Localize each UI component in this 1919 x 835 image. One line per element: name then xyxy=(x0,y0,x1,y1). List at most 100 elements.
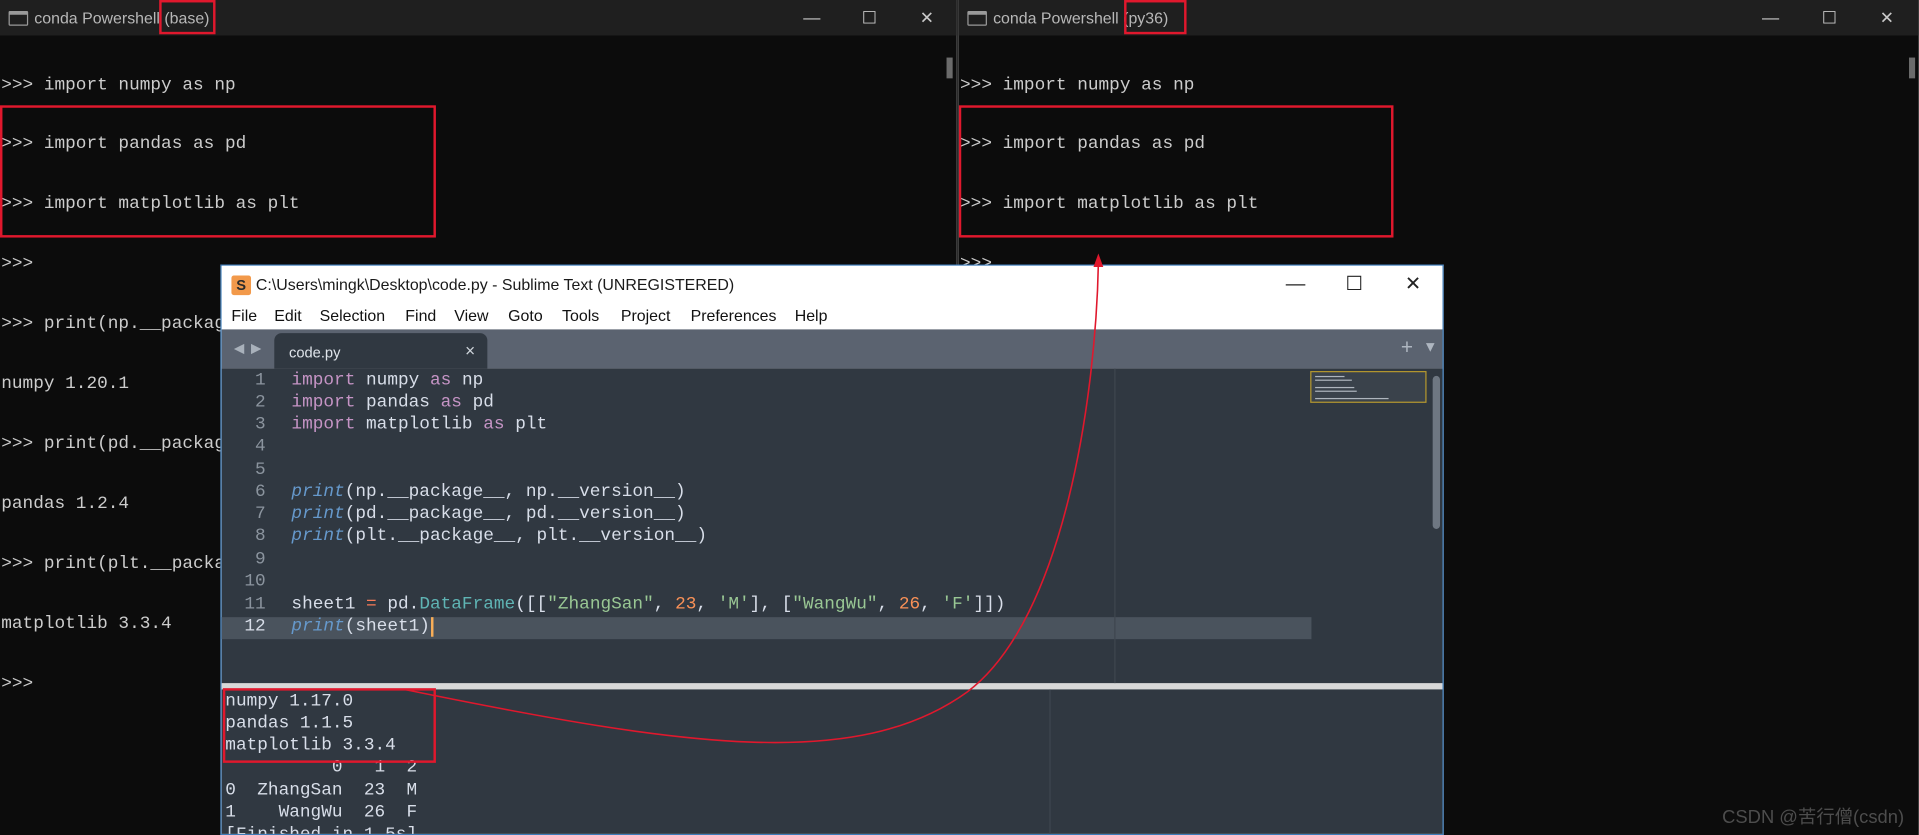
new-tab-icon[interactable]: + xyxy=(1401,336,1413,360)
line-number: 11 xyxy=(244,595,266,615)
minimize-button[interactable]: — xyxy=(1752,5,1789,29)
minimap-line xyxy=(1315,397,1389,400)
terminal-line: >>> import numpy as np xyxy=(1,75,236,96)
watermark: CSDN @苦行僧(csdn) xyxy=(1722,806,1905,828)
identifier: pandas xyxy=(355,393,441,413)
tab-code-py[interactable]: code.py × xyxy=(274,333,488,369)
output-line: 1 WangWu 26 F xyxy=(225,803,418,823)
annotation-box-versions xyxy=(0,105,436,238)
build-output-panel[interactable]: numpy 1.17.0 pandas 1.1.5 matplotlib 3.3… xyxy=(221,688,1443,834)
menu-selection[interactable]: Selection xyxy=(320,306,385,324)
keyword: as xyxy=(440,393,462,413)
code-line-11: sheet1 = pd.DataFrame([["ZhangSan", 23, … xyxy=(291,595,1005,615)
minimap-line xyxy=(1315,386,1355,389)
annotation-box-env xyxy=(159,0,216,35)
function-name: print xyxy=(291,617,345,637)
tab-list-dropdown-icon[interactable]: ▼ xyxy=(1423,338,1438,355)
minimize-button[interactable]: — xyxy=(793,5,830,29)
code-args: (sheet1) xyxy=(344,617,430,637)
punctuation: , xyxy=(696,595,718,615)
menu-file[interactable]: File xyxy=(231,306,257,324)
string-literal: "WangWu" xyxy=(792,595,878,615)
minimap-line xyxy=(1315,375,1345,378)
menu-edit[interactable]: Edit xyxy=(274,306,301,324)
line-number: 1 xyxy=(255,371,266,391)
punctuation: ], [ xyxy=(749,595,793,615)
sublime-logo-icon: S xyxy=(231,275,252,296)
code-line-8: print(plt.__package__, plt.__version__) xyxy=(291,527,707,547)
line-number: 10 xyxy=(244,571,266,592)
code-line-12: print(sheet1) xyxy=(291,617,434,637)
terminal-icon xyxy=(8,11,29,26)
function-name: print xyxy=(291,482,345,503)
code-line-6: print(np.__package__, np.__version__) xyxy=(291,482,685,502)
identifier: sheet1 xyxy=(291,595,367,615)
function-name: print xyxy=(291,504,345,525)
punctuation: , xyxy=(653,595,676,615)
line-number-gutter: 1 2 3 4 5 6 7 8 9 10 11 12 xyxy=(222,369,276,684)
code-text[interactable]: import numpy as np import pandas as pd i… xyxy=(291,369,1442,684)
number-literal: 23 xyxy=(675,595,697,615)
output-line: [Finished in 1.5s] xyxy=(225,825,417,834)
close-button[interactable]: ✕ xyxy=(909,5,946,29)
tab-back-icon[interactable]: ◀ xyxy=(234,340,244,357)
identifier: matplotlib xyxy=(355,415,484,435)
sublime-titlebar[interactable]: S C:\Users\mingk\Desktop\code.py - Subli… xyxy=(221,265,1443,304)
menu-find[interactable]: Find xyxy=(405,306,436,324)
terminal-titlebar[interactable]: conda Powershell (base) — ☐ ✕ xyxy=(0,0,957,36)
string-literal: "ZhangSan" xyxy=(547,595,654,615)
menu-goto[interactable]: Goto xyxy=(508,306,543,324)
close-button[interactable]: ✕ xyxy=(1869,5,1906,29)
keyword: import xyxy=(291,393,356,413)
terminal-titlebar[interactable]: conda Powershell (py36) — ☐ ✕ xyxy=(958,0,1919,36)
sublime-text-window[interactable]: S C:\Users\mingk\Desktop\code.py - Subli… xyxy=(220,264,1444,835)
tab-close-icon[interactable]: × xyxy=(465,340,475,360)
code-args: (np.__package__, np.__version__) xyxy=(344,482,686,503)
keyword: as xyxy=(483,415,505,435)
annotation-box-versions xyxy=(958,105,1394,238)
ruler-line xyxy=(1114,368,1116,684)
code-editor[interactable]: 1 2 3 4 5 6 7 8 9 10 11 12 import numpy … xyxy=(221,368,1443,684)
minimap-line xyxy=(1315,390,1357,392)
code-args: (plt.__package__, plt.__version__) xyxy=(344,526,707,547)
editor-scrollbar[interactable] xyxy=(1432,375,1441,529)
scrollbar-thumb[interactable] xyxy=(1908,57,1916,79)
punctuation: , xyxy=(877,595,899,615)
close-button[interactable]: ✕ xyxy=(1389,271,1438,300)
line-number: 9 xyxy=(255,549,266,570)
line-number: 6 xyxy=(255,482,266,503)
keyword: import xyxy=(291,415,356,435)
maximize-button[interactable]: ☐ xyxy=(851,5,888,29)
tab-forward-icon[interactable]: ▶ xyxy=(251,340,261,357)
operator: = xyxy=(366,595,377,615)
string-literal: 'M' xyxy=(717,595,750,615)
line-number: 8 xyxy=(255,526,266,547)
terminal-icon xyxy=(967,11,987,26)
minimap[interactable] xyxy=(1310,371,1427,403)
code-line-2: import pandas as pd xyxy=(291,393,493,413)
code-args: (pd.__package__, pd.__version__) xyxy=(344,504,686,525)
output-line: 0 ZhangSan 23 M xyxy=(225,781,418,801)
menu-view[interactable]: View xyxy=(454,306,488,324)
menu-project[interactable]: Project xyxy=(621,306,671,324)
punctuation: ([[ xyxy=(515,595,548,615)
class-name: DataFrame xyxy=(419,595,516,615)
maximize-button[interactable]: ☐ xyxy=(1330,271,1379,300)
number-literal: 26 xyxy=(898,595,921,615)
menu-help[interactable]: Help xyxy=(795,306,828,324)
scrollbar-thumb[interactable] xyxy=(946,57,953,79)
menu-tools[interactable]: Tools xyxy=(562,306,599,324)
menu-bar: File Edit Selection Find View Goto Tools… xyxy=(221,303,1443,330)
terminal-line: >>> import numpy as np xyxy=(960,75,1195,96)
identifier: pd. xyxy=(376,595,420,615)
output-ruler-line xyxy=(1049,689,1051,834)
text-cursor xyxy=(431,617,434,637)
identifier: plt xyxy=(504,415,548,435)
keyword: import xyxy=(291,371,356,391)
line-number: 3 xyxy=(255,415,266,435)
line-number: 5 xyxy=(255,460,266,481)
menu-preferences[interactable]: Preferences xyxy=(691,306,777,324)
line-number: 4 xyxy=(255,437,266,457)
maximize-button[interactable]: ☐ xyxy=(1811,5,1848,29)
minimize-button[interactable]: — xyxy=(1271,271,1320,300)
